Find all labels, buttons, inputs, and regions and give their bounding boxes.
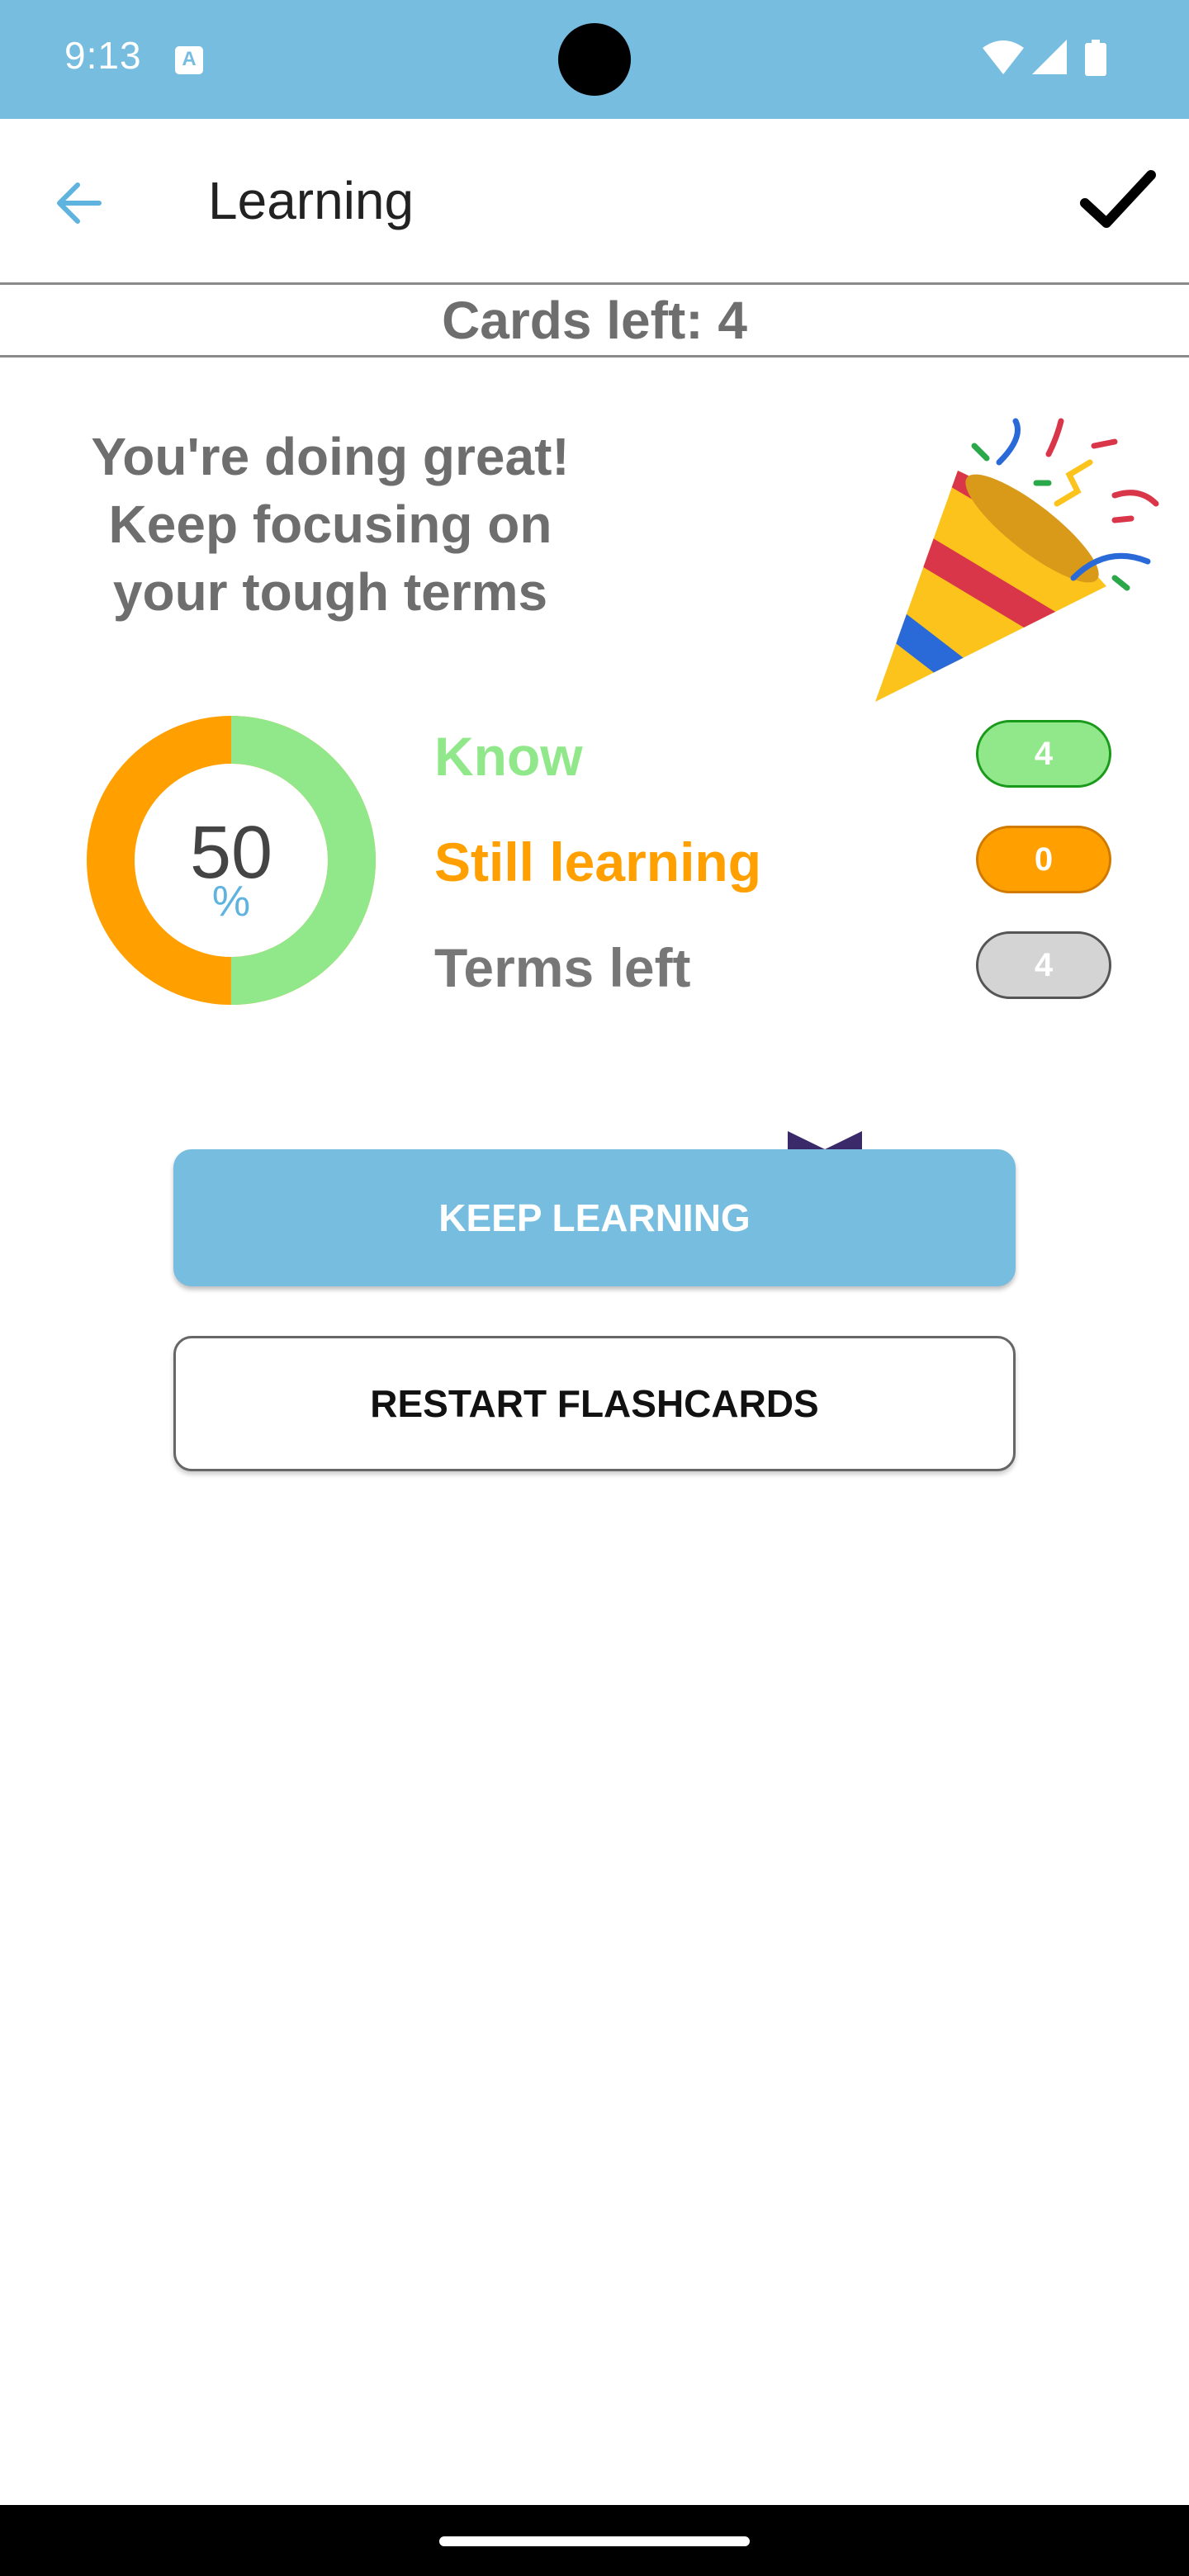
screen: 9:13 A Learning Cards left: 4 You're doi… bbox=[0, 0, 1189, 2576]
message-line: Keep focusing on bbox=[108, 495, 552, 554]
know-label: Know bbox=[434, 726, 583, 787]
encouragement-message: You're doing great! Keep focusing on you… bbox=[50, 423, 611, 626]
wifi-icon bbox=[983, 40, 1024, 74]
status-time: 9:13 bbox=[64, 34, 142, 77]
restart-flashcards-button[interactable]: RESTART FLASHCARDS bbox=[173, 1336, 1016, 1471]
cards-left-label: Cards left: 4 bbox=[442, 291, 747, 350]
app-bar: Learning bbox=[0, 119, 1189, 285]
status-icons bbox=[983, 40, 1106, 76]
status-bar: 9:13 A bbox=[0, 0, 1189, 119]
camera-cutout bbox=[558, 23, 631, 96]
terms-left-label: Terms left bbox=[434, 937, 691, 998]
terms-left-count-badge: 4 bbox=[976, 931, 1111, 999]
page-title: Learning bbox=[208, 171, 414, 230]
arrow-left-icon[interactable] bbox=[48, 170, 114, 236]
still-learning-label: Still learning bbox=[434, 831, 762, 893]
text-a-icon: A bbox=[175, 46, 203, 74]
cards-left-bar: Cards left: 4 bbox=[0, 285, 1189, 358]
message-line: your tough terms bbox=[112, 562, 548, 622]
message-line: You're doing great! bbox=[91, 427, 570, 486]
check-icon[interactable] bbox=[1078, 163, 1158, 238]
progress-donut: 50 % bbox=[86, 715, 377, 1006]
party-popper-icon bbox=[875, 418, 1159, 702]
keep-learning-button[interactable]: KEEP LEARNING bbox=[173, 1149, 1016, 1286]
battery-icon bbox=[1085, 40, 1106, 76]
still-learning-count-badge: 0 bbox=[976, 826, 1111, 893]
system-nav-bar bbox=[0, 2505, 1189, 2576]
donut-percent-unit: % bbox=[211, 878, 251, 926]
cellular-signal-icon bbox=[1032, 40, 1067, 74]
home-gesture-handle[interactable] bbox=[439, 2536, 750, 2546]
know-count-badge: 4 bbox=[976, 720, 1111, 788]
